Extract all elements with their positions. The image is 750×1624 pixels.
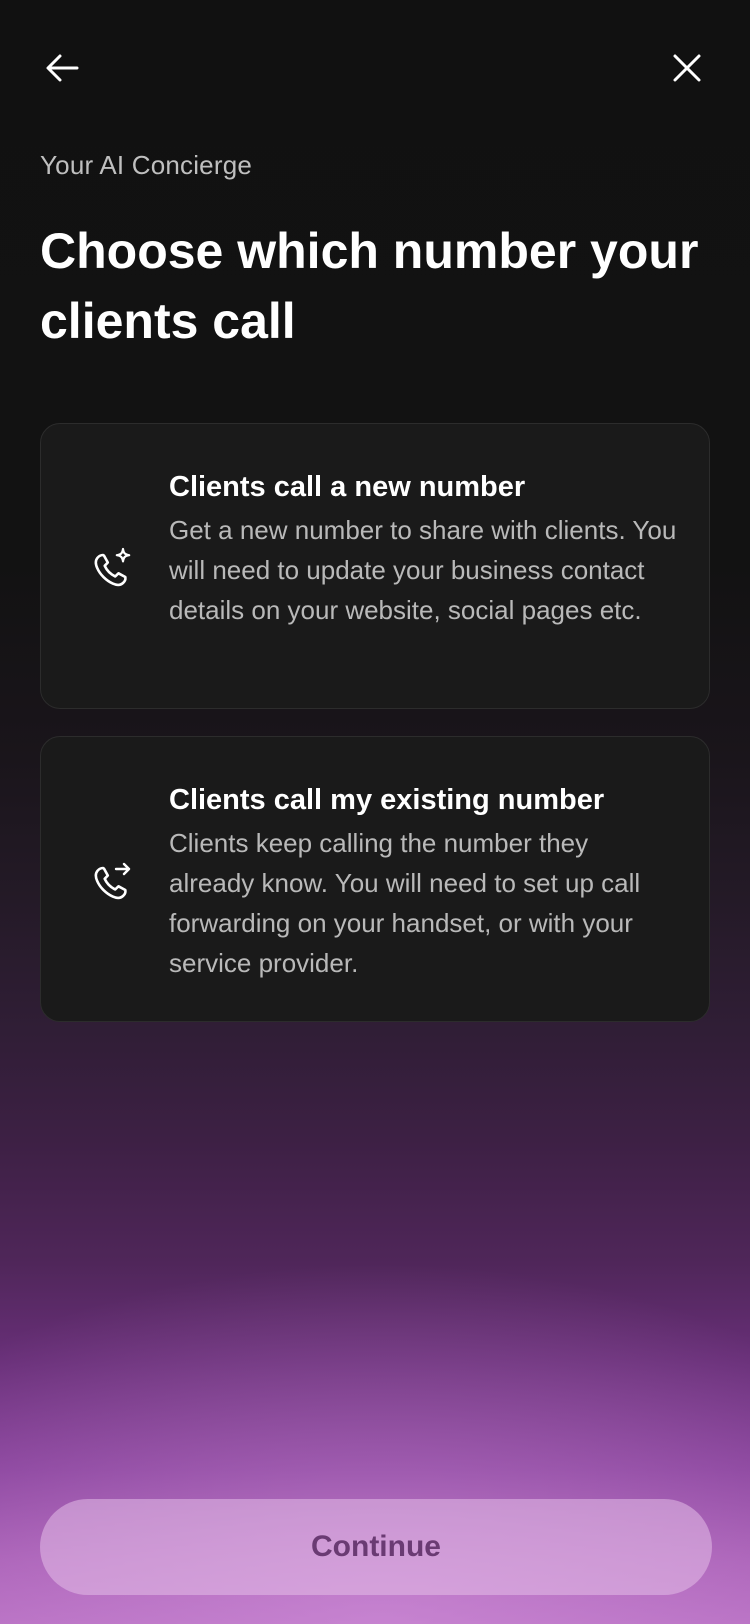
back-button[interactable] <box>41 46 85 90</box>
arrow-left-icon <box>46 54 79 82</box>
eyebrow-label: Your AI Concierge <box>40 150 253 180</box>
option-new-number-card[interactable]: Clients call a new number Get a new numb… <box>40 423 710 709</box>
option-title: Clients call my existing number <box>169 784 605 816</box>
screen: Your AI Concierge Choose which number yo… <box>0 0 750 1624</box>
option-description: Clients keep calling the number they alr… <box>169 828 641 978</box>
option-text: Clients call my existing number Clients … <box>169 781 679 983</box>
close-icon <box>673 54 701 82</box>
phone-forward-icon <box>94 862 131 900</box>
continue-button[interactable]: Continue <box>40 1499 712 1595</box>
option-title: Clients call a new number <box>169 471 526 503</box>
phone-sparkle-icon <box>94 547 131 587</box>
close-button[interactable] <box>665 46 709 90</box>
option-existing-number-card[interactable]: Clients call my existing number Clients … <box>40 736 710 1022</box>
option-description: Get a new number to share with clients. … <box>169 515 677 625</box>
page-title: Choose which number your clients call <box>40 223 699 349</box>
option-text: Clients call a new number Get a new numb… <box>169 468 679 630</box>
